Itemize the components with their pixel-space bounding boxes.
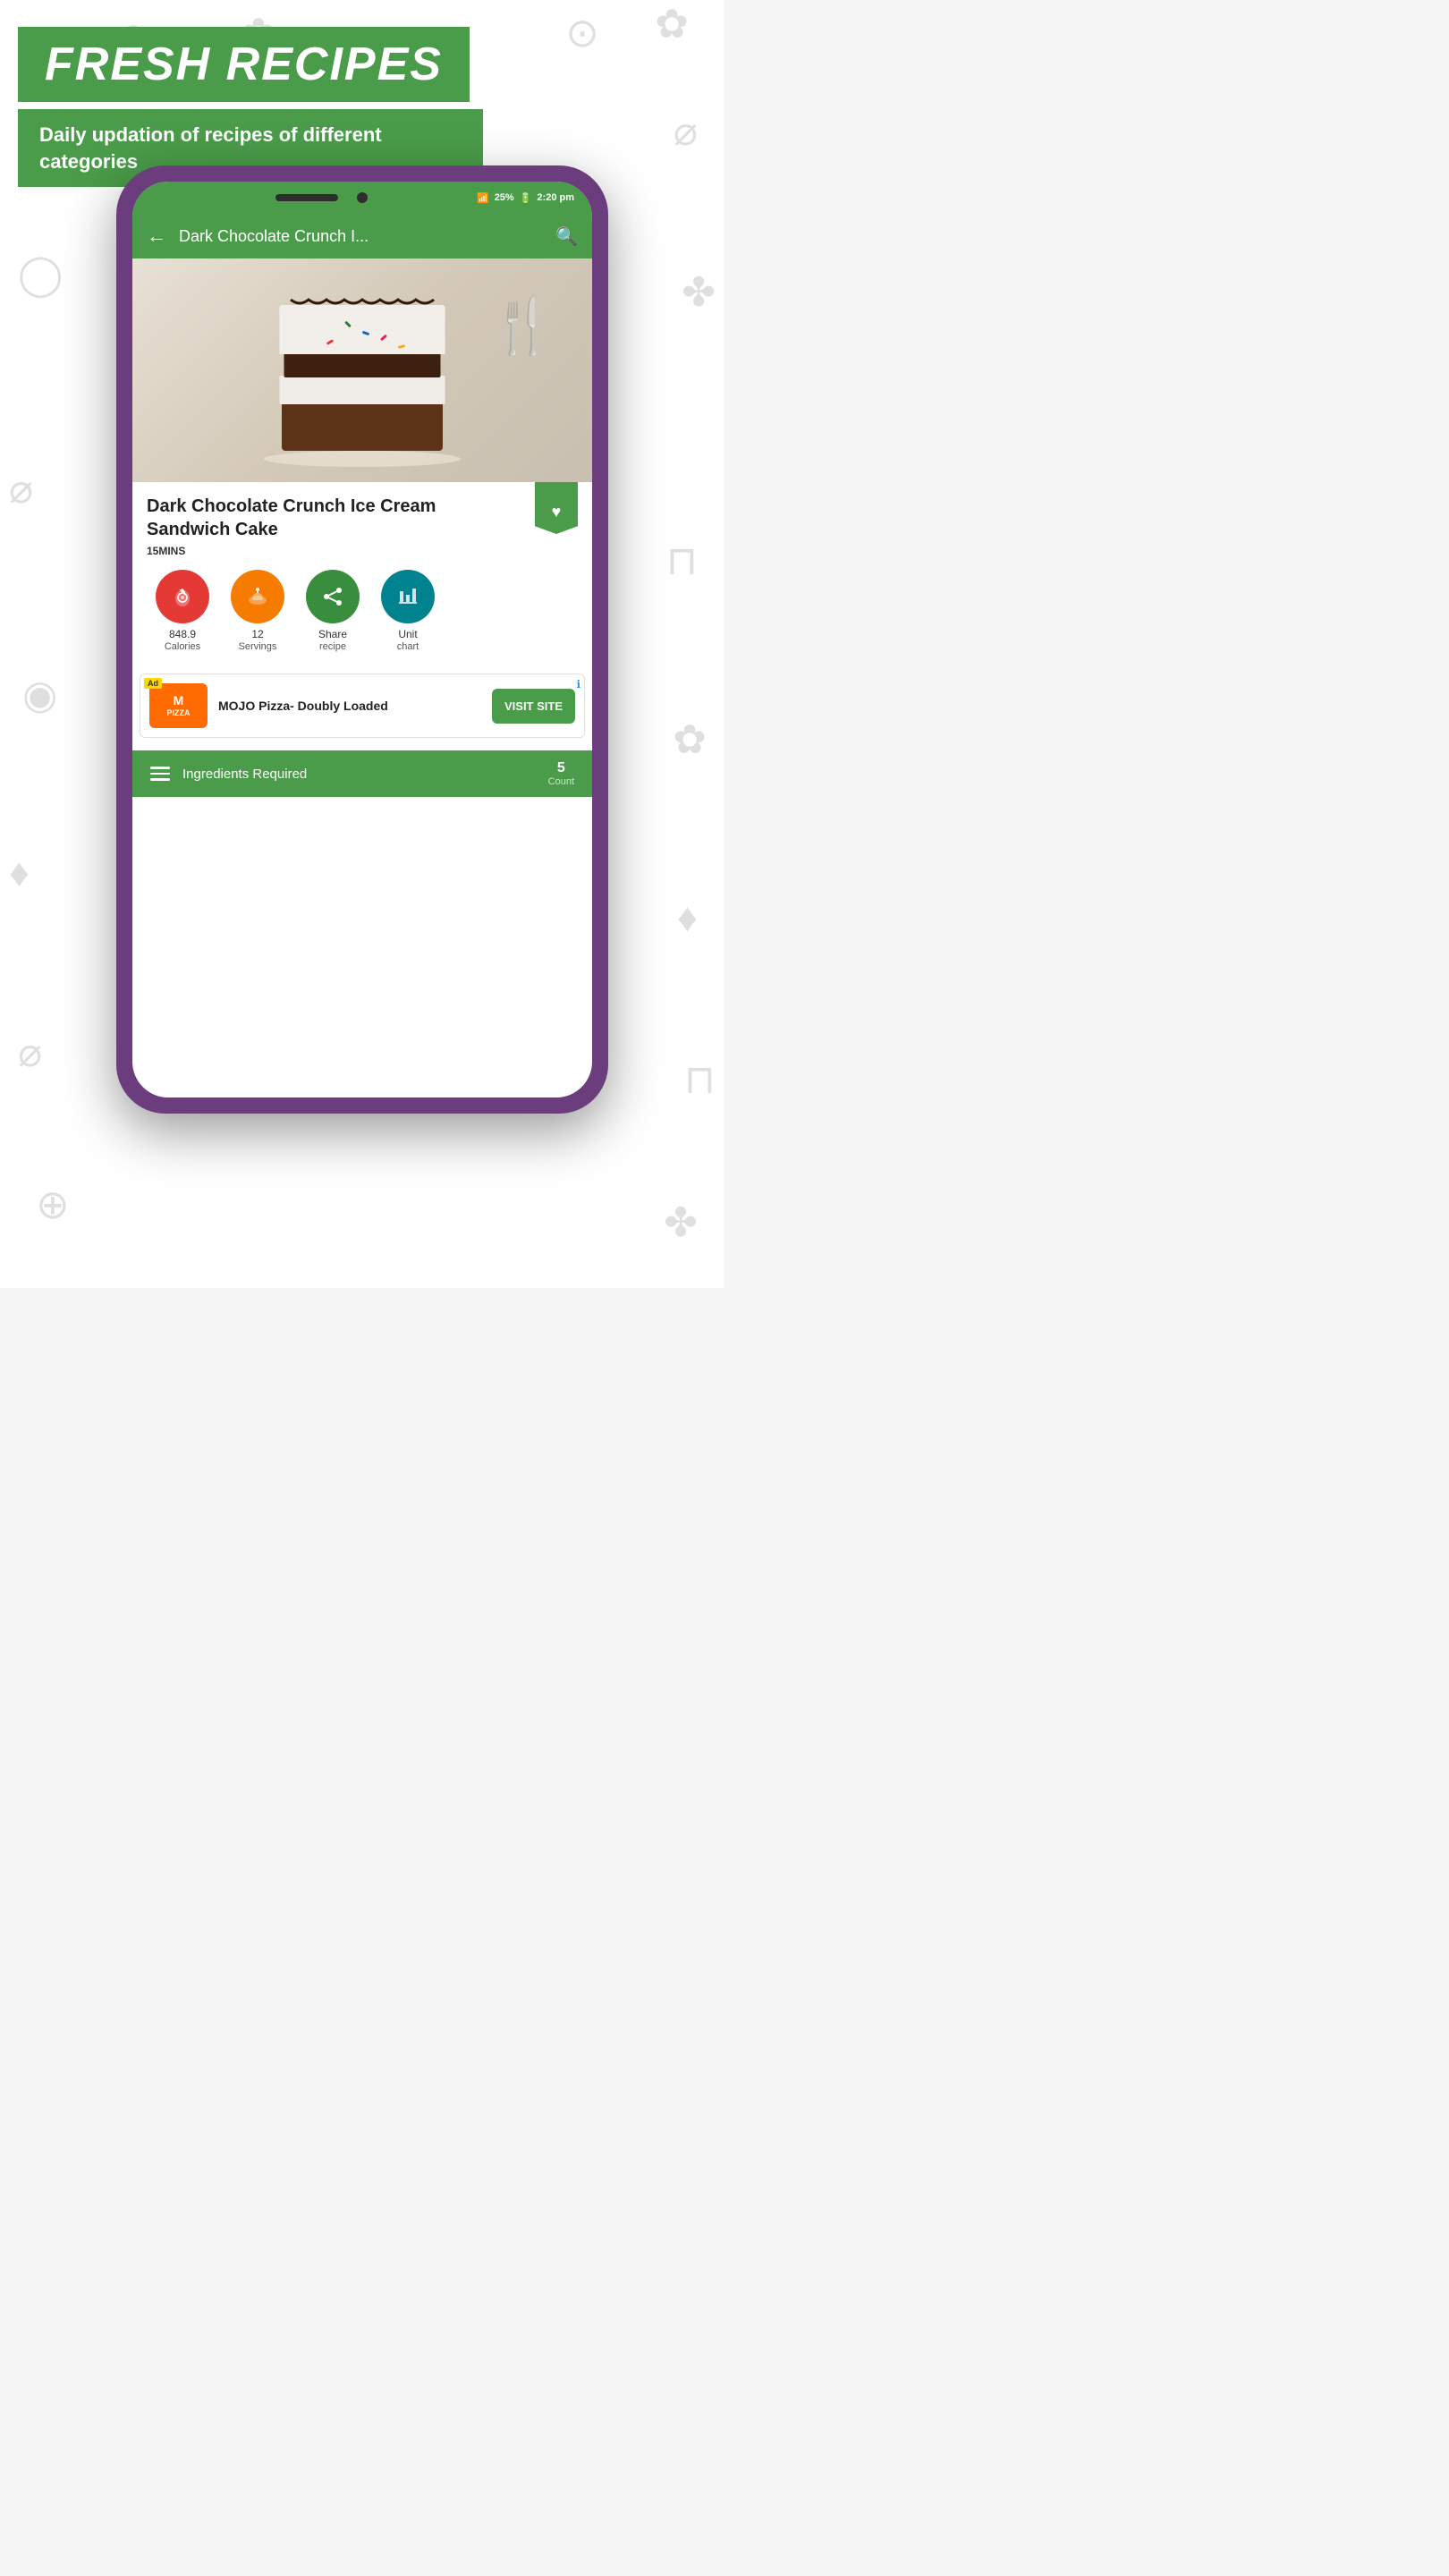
cake-middle-layer: [284, 352, 441, 377]
ad-description: MOJO Pizza- Doubly Loaded: [218, 698, 481, 714]
cake-illustration: [264, 290, 461, 451]
ad-info-icon[interactable]: ℹ: [576, 678, 580, 691]
calories-label: Calories: [165, 641, 200, 652]
phone-screen: 📶 25% 🔋 2:20 pm ← Dark Chocolate Crunch …: [132, 182, 592, 1097]
bookmark-badge[interactable]: ♥: [535, 482, 578, 534]
phone-speaker: [275, 194, 338, 201]
share-circle: [306, 570, 360, 623]
ingredients-label: Ingredients Required: [182, 767, 548, 782]
deco-strawberry3: ✿: [673, 716, 707, 763]
count-label: Count: [548, 776, 574, 787]
phone-mockup: 📶 25% 🔋 2:20 pm ← Dark Chocolate Crunch …: [116, 165, 608, 1114]
deco-tomato: ⊕: [36, 1181, 70, 1228]
battery-level: 25%: [495, 192, 514, 203]
count-number: 5: [548, 760, 574, 776]
wifi-icon: 📶: [477, 192, 489, 204]
deco-citrus2: ⊙: [565, 9, 599, 56]
deco-pineapple: ♦: [9, 850, 30, 896]
recipe-image: 🍴: [132, 258, 592, 482]
clock: 2:20 pm: [537, 192, 574, 203]
unit-label: Unit: [398, 628, 417, 640]
calories-circle: [156, 570, 209, 623]
servings-circle: [231, 570, 284, 623]
search-icon[interactable]: 🔍: [555, 225, 578, 248]
share-label: Share: [318, 628, 347, 640]
fresh-recipes-banner: FRESH RECIPES: [18, 27, 470, 102]
app-toolbar: ← Dark Chocolate Crunch I... 🔍: [132, 214, 592, 258]
deco-circle: ◯: [18, 250, 63, 298]
hamburger-line-3: [150, 778, 170, 781]
unit-chart-circle: [381, 570, 435, 623]
ad-banner: Ad M PIZZA MOJO Pizza- Doubly Loaded VIS…: [140, 674, 585, 738]
heart-icon: ♥: [552, 503, 562, 521]
recipe-time: 15MINS: [147, 545, 578, 557]
calories-action[interactable]: 848.9 Calories: [156, 570, 209, 652]
cake-base-layer: [282, 402, 443, 451]
recipe-info: ♥ Dark Chocolate Crunch Ice Cream Sandwi…: [132, 482, 592, 674]
toolbar-title: Dark Chocolate Crunch I...: [179, 227, 543, 246]
deco-mug: ⊓: [666, 537, 698, 584]
action-row: 848.9 Calories 12 Servings: [147, 570, 578, 652]
cake-top-cream: [280, 305, 445, 354]
header-section: FRESH RECIPES Daily updation of recipes …: [18, 27, 483, 187]
bottom-bar: Ingredients Required 5 Count: [132, 750, 592, 797]
choc-drizzle: [282, 297, 443, 308]
hamburger-menu[interactable]: [150, 767, 170, 781]
back-button[interactable]: ←: [147, 225, 166, 248]
servings-action[interactable]: 12 Servings: [231, 570, 284, 652]
status-bar-content: 📶 25% 🔋 2:20 pm: [477, 192, 574, 204]
phone-camera: [357, 192, 368, 203]
hamburger-line-1: [150, 767, 170, 769]
deco-pineapple2: ♦: [677, 894, 698, 941]
deco-pretzel: ✤: [682, 268, 716, 316]
cake-cream-layer1: [280, 376, 445, 404]
share-action[interactable]: Share recipe: [306, 570, 360, 652]
deco-whisk4: ⌀: [18, 1029, 42, 1076]
servings-value: 12: [251, 628, 263, 640]
calories-value: 848.9: [169, 628, 196, 640]
servings-label: Servings: [239, 641, 277, 652]
ad-logo: M PIZZA: [149, 683, 208, 728]
unit-sublabel: chart: [397, 641, 419, 652]
status-bar: 📶 25% 🔋 2:20 pm: [132, 182, 592, 214]
unit-chart-action[interactable]: Unit chart: [381, 570, 435, 652]
deco-whisk2: ⌀: [674, 107, 698, 155]
plate: [264, 451, 461, 467]
hamburger-line-2: [150, 773, 170, 775]
battery-icon: 🔋: [520, 192, 532, 204]
deco-strawberry2: ✿: [655, 0, 689, 47]
share-sublabel: recipe: [319, 641, 346, 652]
count-badge: 5 Count: [548, 760, 574, 787]
page-title: FRESH RECIPES: [45, 38, 443, 91]
ad-tag: Ad: [144, 678, 162, 689]
recipe-title: Dark Chocolate Crunch Ice Cream Sandwich…: [147, 495, 487, 541]
fork-icon: 🍴: [489, 294, 556, 358]
deco-pretzel2: ✤: [664, 1199, 698, 1246]
deco-mug2: ⊓: [684, 1055, 716, 1103]
deco-onion: ◉: [22, 671, 57, 718]
deco-whisk3: ⌀: [9, 465, 33, 513]
visit-site-button[interactable]: VISIT SITE: [492, 689, 575, 724]
